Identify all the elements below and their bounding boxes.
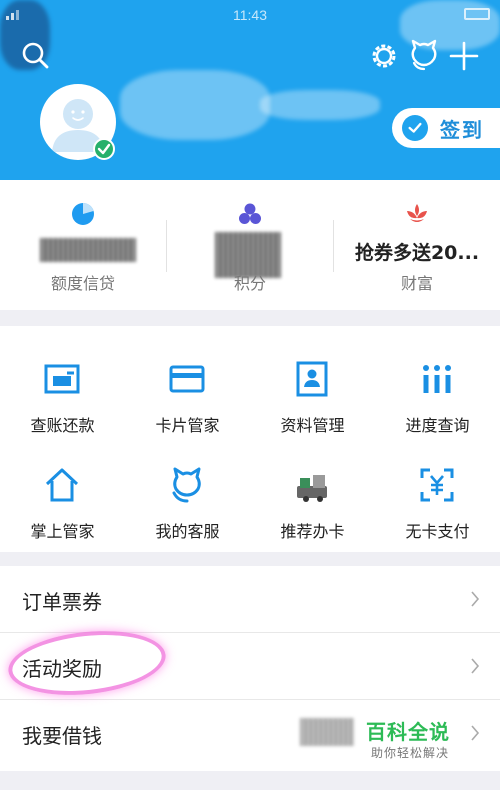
list-item-orders[interactable]: 订单票券	[0, 566, 500, 633]
card-icon	[169, 365, 205, 393]
grid-item-profile[interactable]: 资料管理	[250, 338, 375, 438]
list-item-label: 我要借钱	[22, 724, 102, 748]
account-summary-card: 额度信贷 积分 抢券多送20... 财富	[0, 180, 500, 310]
grid-item-recommend-card[interactable]: 推荐办卡	[250, 444, 375, 544]
checkin-button[interactable]: 签到	[392, 108, 500, 148]
grid-item-service[interactable]: 我的客服	[125, 444, 250, 544]
home-icon	[45, 468, 79, 502]
chevron-right-icon	[471, 658, 480, 674]
summary-value: 抢券多送20...	[354, 242, 480, 264]
summary-item-credit[interactable]: 额度信贷	[0, 180, 166, 310]
progress-icon	[423, 365, 451, 393]
search-icon[interactable]	[20, 40, 50, 70]
scribble-redaction	[120, 70, 270, 140]
grid-item-cardless-pay[interactable]: 无卡支付	[375, 444, 500, 544]
grid-item-label: 我的客服	[155, 522, 220, 541]
grid-item-bill-payment[interactable]: 查账还款	[0, 338, 125, 438]
chevron-right-icon	[471, 591, 480, 607]
grid-item-card[interactable]: 卡片管家	[125, 338, 250, 438]
scribble-redaction	[260, 90, 380, 120]
customer-service-icon[interactable]	[408, 38, 440, 72]
battery-icon	[464, 8, 490, 20]
grid-item-label: 推荐办卡	[280, 522, 345, 541]
summary-label: 积分	[233, 274, 266, 293]
grid-item-label: 查账还款	[30, 416, 95, 435]
points-dots-icon	[239, 203, 261, 224]
grid-item-label: 卡片管家	[155, 416, 220, 435]
redacted-value	[40, 238, 136, 262]
chevron-right-icon	[471, 725, 480, 741]
bill-payment-icon	[44, 364, 80, 394]
grid-item-progress[interactable]: 进度查询	[375, 338, 500, 438]
summary-label: 财富	[400, 274, 433, 293]
watermark-subtitle: 助你轻松解决	[371, 746, 450, 760]
grid-item-label: 掌上管家	[30, 522, 95, 541]
status-bar: 11:43	[0, 4, 500, 26]
redacted-value	[300, 718, 354, 746]
service-icon	[172, 467, 201, 503]
summary-item-points[interactable]: 积分	[167, 180, 333, 310]
summary-item-wealth[interactable]: 抢券多送20... 财富	[334, 180, 500, 310]
wealth-flower-icon	[407, 204, 427, 222]
settings-gear-icon[interactable]	[368, 40, 400, 72]
quick-actions-grid: 查账还款 卡片管家 资料管理 进度查询 掌上管家 我的客服 推荐办卡 无卡支付	[0, 326, 500, 552]
checkmark-icon	[402, 115, 428, 141]
watermark-title: 百科全说	[366, 720, 450, 744]
recommend-card-icon	[297, 475, 327, 502]
grid-item-home[interactable]: 掌上管家	[0, 444, 125, 544]
profile-icon	[296, 361, 328, 397]
verified-check-icon	[93, 138, 115, 160]
grid-item-label: 资料管理	[280, 416, 345, 435]
credit-pie-icon	[72, 203, 94, 225]
grid-item-label: 无卡支付	[405, 522, 470, 541]
checkin-label: 签到	[440, 117, 484, 142]
cardless-pay-icon	[420, 468, 454, 502]
add-plus-icon[interactable]	[448, 40, 480, 72]
profile-header: 11:43 签到	[0, 0, 500, 180]
grid-item-label: 进度查询	[405, 416, 470, 435]
summary-label: 额度信贷	[50, 274, 115, 293]
list-item-label: 订单票券	[22, 590, 102, 614]
status-time: 11:43	[233, 7, 267, 23]
